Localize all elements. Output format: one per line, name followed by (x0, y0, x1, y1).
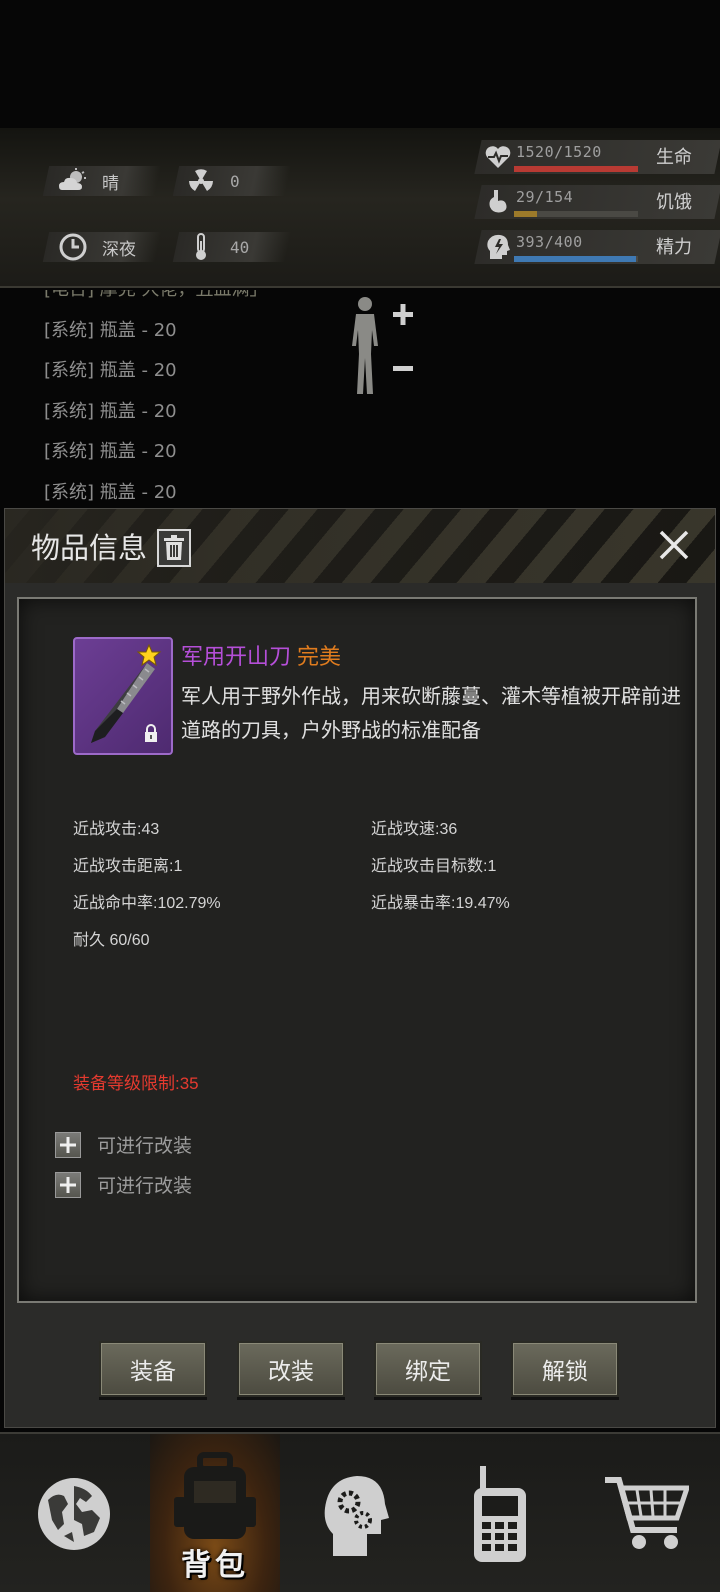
energy-label: 精力 (656, 237, 692, 258)
cloud-sun-icon (58, 166, 88, 196)
nav-backpack-label: 背包 (181, 1548, 249, 1583)
mod-slot-label: 可进行改装 (97, 1175, 193, 1197)
attr-melee-hit: 近战命中率:102.79% (73, 895, 221, 912)
status-bar: 晴 0 深夜 40 1520/1520 生命 29/154 饥饿 393/400… (0, 128, 720, 394)
trash-icon (164, 535, 184, 560)
item-quality: 完美 (297, 645, 342, 670)
weather-indicator: 晴 (58, 166, 119, 196)
nav-skills[interactable] (282, 1434, 430, 1592)
heart-pulse-icon (484, 143, 512, 171)
dialog-title: 物品信息 (31, 531, 148, 565)
item-icon-slot (73, 637, 173, 755)
clock-icon (58, 232, 88, 262)
hunger-label: 饥饿 (656, 192, 692, 213)
level-requirement: 装备等级限制:35 (73, 1074, 199, 1093)
nav-backpack[interactable]: 背包 (150, 1434, 280, 1592)
attr-melee-crit: 近战暴击率:19.47% (371, 895, 510, 912)
shopping-cart-icon (605, 1477, 689, 1549)
modify-button[interactable]: 改装 (237, 1341, 345, 1397)
close-icon (659, 530, 689, 560)
stat-row-energy: 393/400 精力 (474, 230, 720, 264)
bottom-nav: 背包 (0, 1432, 720, 1592)
close-button[interactable] (655, 525, 693, 565)
stomach-icon (484, 188, 512, 216)
radiation-indicator: 0 (186, 166, 240, 196)
plus-icon (55, 1171, 81, 1198)
health-bar (514, 166, 638, 172)
dialog-header: 物品信息 (5, 509, 715, 583)
radiation-icon (186, 166, 216, 196)
log-line: [系统] 瓶盖 - 20 (44, 400, 177, 422)
hunger-value: 29/154 (516, 188, 574, 206)
health-label: 生命 (656, 147, 692, 168)
temperature-indicator: 40 (186, 232, 249, 262)
temperature-value: 40 (230, 237, 250, 257)
energy-value: 393/400 (516, 233, 583, 251)
map-globe-icon (38, 1478, 110, 1550)
walkie-talkie-icon (474, 1466, 526, 1562)
head-gears-icon (324, 1476, 389, 1556)
item-name: 军用开山刀 (181, 645, 292, 670)
lock-icon (143, 723, 159, 747)
attr-melee-targets: 近战攻击目标数:1 (371, 858, 497, 875)
attr-melee-speed: 近战攻速:36 (371, 821, 458, 838)
energy-bar (514, 256, 638, 262)
attr-melee-range: 近战攻击距离:1 (73, 858, 183, 875)
stat-row-hunger: 29/154 饥饿 (474, 185, 720, 219)
radiation-value: 0 (230, 171, 240, 191)
log-line: [系统] 瓶盖 - 20 (44, 481, 177, 503)
nav-shop[interactable] (572, 1434, 720, 1592)
bind-button[interactable]: 绑定 (374, 1341, 482, 1397)
mod-slot-1[interactable]: 可进行改装 (55, 1131, 192, 1158)
mod-slot-label: 可进行改装 (97, 1135, 193, 1157)
unlock-button[interactable]: 解锁 (511, 1341, 619, 1397)
equip-button[interactable]: 装备 (99, 1341, 207, 1397)
nav-radio[interactable] (430, 1434, 570, 1592)
thermometer-icon (186, 232, 216, 262)
log-line: [系统] 瓶盖 - 20 (44, 360, 177, 381)
log-line: [系统] 瓶盖 - 20 (44, 319, 177, 341)
health-value: 1520/1520 (516, 143, 602, 161)
item-detail-panel: 军用开山刀 完美 军人用于野外作战，用来砍断藤蔓、灌木等植被开辟前进道路的刀具，户… (17, 597, 697, 1303)
weather-label: 晴 (102, 173, 119, 194)
item-title: 军用开山刀 完美 (181, 639, 341, 671)
stat-row-health: 1520/1520 生命 (474, 140, 720, 174)
nav-map[interactable] (0, 1434, 148, 1592)
message-log[interactable]: [电台] 摩克·大佬，丑血满」 [系统] 瓶盖 - 20 [系统] 瓶盖 - 2… (44, 290, 684, 508)
item-info-dialog: 物品信息 军用开山刀 完美 军人用于野外作战，用来砍断藤蔓、灌木等植被开辟前进道路… (4, 508, 716, 1428)
discard-button[interactable] (157, 529, 191, 567)
time-label: 深夜 (102, 239, 136, 260)
log-line: [系统] 瓶盖 - 20 (44, 441, 177, 462)
hunger-bar (514, 211, 638, 217)
plus-icon (55, 1131, 81, 1158)
item-description: 军人用于野外作战，用来砍断藤蔓、灌木等植被开辟前进道路的刀具，户外野战的标准配备 (181, 684, 681, 742)
attr-durability: 耐久 60/60 (73, 932, 150, 949)
backpack-icon (174, 1452, 256, 1539)
attr-melee-attack: 近战攻击:43 (73, 821, 160, 838)
time-indicator: 深夜 (58, 232, 136, 262)
energy-head-icon (484, 233, 512, 261)
mod-slot-2[interactable]: 可进行改装 (55, 1171, 192, 1198)
log-line: [电台] 摩克·大佬，丑血满」 (44, 290, 684, 317)
